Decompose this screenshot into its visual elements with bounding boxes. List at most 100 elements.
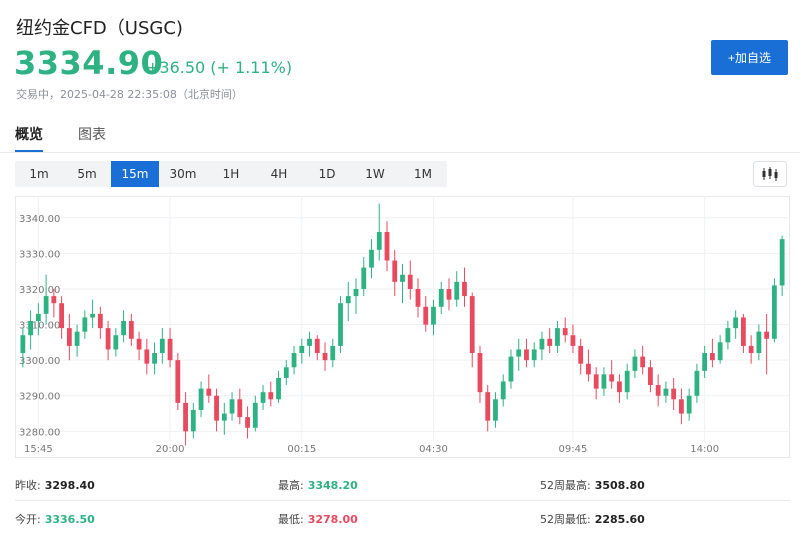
- y-tick-label: 3290.00: [19, 392, 60, 403]
- stats-panel: 昨收: 3298.40 最高: 3348.20 52周最高: 3508.80 今开: 3…: [15, 470, 790, 534]
- interval-5m[interactable]: 5m: [63, 161, 111, 187]
- candle-body: [59, 303, 65, 329]
- day-high: 最高: 3348.20: [278, 477, 358, 493]
- day-low: 最低: 3278.00: [278, 511, 358, 527]
- candle-body: [245, 417, 250, 428]
- candle-body: [740, 317, 746, 346]
- candle-body: [330, 345, 336, 361]
- candle-body: [66, 328, 72, 346]
- interval-1h[interactable]: 1H: [207, 161, 255, 187]
- candle-body: [725, 328, 731, 343]
- week52-high: 52周最高: 3508.80: [540, 477, 645, 493]
- candle-body: [167, 338, 173, 361]
- candle-body: [237, 399, 243, 418]
- candle-body: [601, 374, 607, 389]
- candle-body: [28, 321, 34, 336]
- candle-body: [764, 331, 770, 339]
- instrument-title: 纽约金CFD（USGC): [16, 18, 183, 39]
- candle-body: [423, 306, 429, 325]
- x-tick-label: 15:45: [24, 444, 53, 455]
- week52-low-label: 52周最低:: [540, 513, 591, 526]
- tab-overview[interactable]: 概览: [15, 124, 43, 144]
- candle-body: [353, 288, 359, 297]
- candle-body: [454, 281, 460, 300]
- candle-body: [43, 296, 49, 314]
- candle-body: [121, 321, 126, 336]
- interval-4h[interactable]: 4H: [255, 161, 303, 187]
- candle-body: [609, 374, 615, 382]
- candle-body: [663, 388, 669, 396]
- candle-body: [733, 317, 739, 329]
- candle-body: [438, 288, 444, 307]
- x-tick-label: 14:00: [690, 444, 719, 455]
- candle-body: [400, 274, 405, 282]
- interval-1mo[interactable]: 1M: [399, 161, 447, 187]
- trading-status: 交易中，2025-04-28 22:35:08（北京时间）: [16, 88, 243, 101]
- interval-1w[interactable]: 1W: [351, 161, 399, 187]
- candlestick-chart-svg: 3340.003330.003320.003310.003300.003290.…: [15, 196, 790, 458]
- day-low-value: 3278.00: [307, 513, 358, 526]
- candle-body: [694, 370, 700, 396]
- interval-15m[interactable]: 15m: [111, 161, 159, 187]
- candle-body: [136, 338, 142, 350]
- candle-body: [415, 288, 421, 307]
- candle-body: [524, 349, 529, 361]
- candle-body: [593, 374, 599, 389]
- candle-body: [113, 335, 119, 350]
- price-change: +36.50 (+ 1.11%): [146, 58, 293, 77]
- week52-high-label: 52周最高:: [540, 479, 591, 492]
- chart-type-button[interactable]: [753, 161, 787, 187]
- candle-body: [229, 399, 235, 414]
- candle-body: [392, 260, 398, 282]
- candle-body: [655, 385, 661, 396]
- price-chart[interactable]: 3340.00 3330.00 3320.00 3310.00 3300.00 3290.…: [15, 196, 790, 458]
- candle-body: [679, 399, 684, 414]
- candle-body: [361, 267, 367, 289]
- y-tick-label: 3330.00: [19, 249, 60, 260]
- interval-1m[interactable]: 1m: [15, 161, 63, 187]
- candle-body: [624, 370, 630, 393]
- prev-close-value: 3298.40: [44, 479, 95, 492]
- x-tick-label: 09:45: [559, 444, 588, 455]
- candle-body: [268, 392, 274, 400]
- candle-body: [477, 353, 483, 393]
- candle-body: [20, 335, 26, 354]
- candle-body: [369, 249, 374, 268]
- day-low-label: 最低:: [278, 513, 304, 526]
- candle-body: [260, 392, 266, 403]
- candle-body: [384, 232, 390, 261]
- candle-body: [283, 367, 289, 378]
- week52-high-value: 3508.80: [594, 479, 645, 492]
- interval-1d[interactable]: 1D: [303, 161, 351, 187]
- candle-body: [299, 345, 305, 354]
- candle-body: [493, 399, 498, 421]
- candle-body: [547, 338, 553, 346]
- add-to-watchlist-button[interactable]: +加自选: [711, 40, 788, 75]
- active-tab-indicator: [15, 150, 43, 152]
- candle-body: [74, 331, 80, 346]
- candle-body: [779, 239, 785, 286]
- today-open-value: 3336.50: [44, 513, 95, 526]
- candle-body: [152, 353, 157, 364]
- y-tick-label: 3340.00: [19, 214, 60, 225]
- candle-body: [756, 331, 762, 354]
- candle-body: [555, 328, 560, 346]
- candle-body: [570, 335, 576, 346]
- candle-body: [206, 388, 212, 396]
- candle-body: [90, 313, 96, 318]
- candle-body: [276, 377, 281, 400]
- day-high-value: 3348.20: [307, 479, 358, 492]
- candle-body: [291, 353, 297, 368]
- candle-body: [516, 349, 522, 357]
- candle-body: [562, 328, 568, 336]
- candle-body: [183, 402, 188, 432]
- candle-body: [500, 381, 506, 400]
- candle-body: [190, 409, 196, 432]
- candle-body: [214, 395, 219, 421]
- candle-body: [446, 288, 452, 300]
- stats-row: 今开: 3336.50 最低: 3278.00 52周最低: 2285.60: [15, 504, 790, 534]
- candle-body: [531, 349, 537, 361]
- tab-chart[interactable]: 图表: [78, 124, 106, 144]
- interval-30m[interactable]: 30m: [159, 161, 207, 187]
- week52-low-value: 2285.60: [594, 513, 645, 526]
